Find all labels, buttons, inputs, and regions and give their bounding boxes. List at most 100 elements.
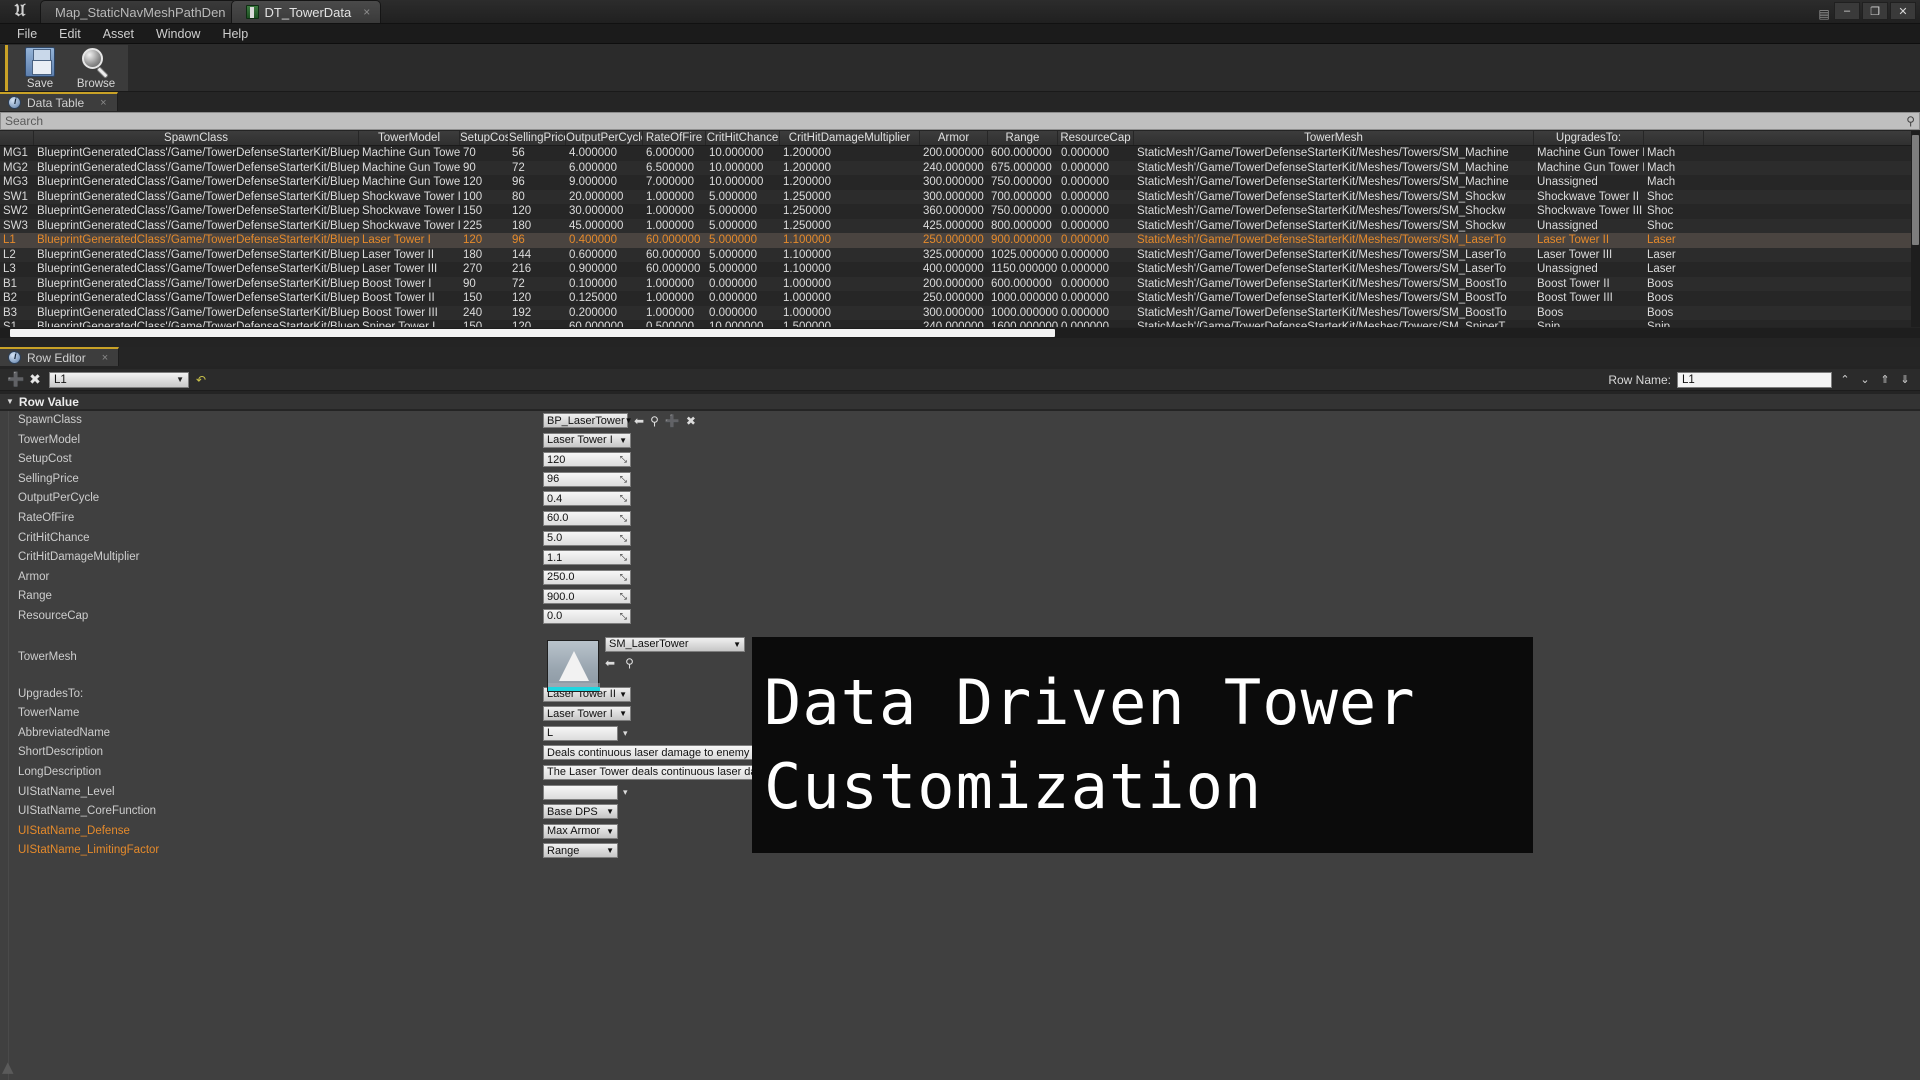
- column-header-upgradesto[interactable]: UpgradesTo:: [1534, 131, 1644, 145]
- data-table-horizontal-scrollbar[interactable]: [0, 328, 1920, 338]
- menu-help[interactable]: Help: [211, 24, 259, 44]
- spinner-icon[interactable]: ⤡: [620, 513, 627, 524]
- dropdown[interactable]: Laser Tower I ▼: [543, 706, 631, 722]
- column-header-towermodel[interactable]: TowerModel: [359, 131, 460, 145]
- asset-picker-dropdown[interactable]: SM_LaserTower ▼: [605, 636, 745, 652]
- table-row[interactable]: B3 BlueprintGeneratedClass'/Game/TowerDef…: [0, 305, 1920, 320]
- window-tab-0[interactable]: Map_StaticNavMeshPathDen: [40, 0, 237, 23]
- dropdown[interactable]: Max Armor ▼: [543, 823, 618, 839]
- back-arrow-icon[interactable]: ⬅: [605, 656, 615, 670]
- search-icon[interactable]: ⚲: [1906, 114, 1915, 128]
- spinner-icon[interactable]: ⤡: [620, 611, 627, 622]
- table-row[interactable]: MG1 BlueprintGeneratedClass'/Game/TowerDe…: [0, 146, 1920, 161]
- spinner-icon[interactable]: ⤡: [620, 552, 627, 563]
- spinner-icon[interactable]: ⤡: [620, 533, 627, 544]
- chevron-down-icon[interactable]: ▾: [623, 787, 628, 798]
- table-row[interactable]: L1 BlueprintGeneratedClass'/Game/TowerDef…: [0, 233, 1920, 248]
- spinner-icon[interactable]: ⤡: [620, 454, 627, 465]
- spinner-icon[interactable]: ⤡: [620, 493, 627, 504]
- scrollbar-thumb[interactable]: [10, 329, 1055, 337]
- chevron-down-icon[interactable]: ▾: [623, 728, 628, 739]
- close-button[interactable]: ✕: [1890, 2, 1916, 20]
- number-input[interactable]: 900.0 ⤡: [543, 589, 631, 605]
- table-row[interactable]: SW1 BlueprintGeneratedClass'/Game/TowerDe…: [0, 189, 1920, 204]
- row-value-section-header[interactable]: ▼ Row Value: [0, 394, 1920, 410]
- use-selected-icon[interactable]: ➕: [665, 414, 680, 428]
- table-row[interactable]: SW3 BlueprintGeneratedClass'/Game/TowerDe…: [0, 218, 1920, 233]
- column-header-outputpercycle[interactable]: OutputPerCycle: [566, 131, 643, 145]
- data-table-tab-close-icon[interactable]: ×: [100, 97, 106, 109]
- text-input[interactable]: Deals continuous laser damage to enemy u…: [543, 745, 755, 761]
- text-input[interactable]: The Laser Tower deals continuous laser d…: [543, 764, 755, 780]
- chevron-down-icon[interactable]: ⌄: [1858, 373, 1872, 386]
- column-header-rowname[interactable]: [0, 131, 34, 145]
- chevrons-up-icon[interactable]: ⇑: [1878, 373, 1892, 386]
- tab-data-table[interactable]: Data Table ×: [0, 92, 118, 111]
- column-header-rateoffire[interactable]: RateOfFire: [643, 131, 706, 145]
- number-input[interactable]: 250.0 ⤡: [543, 569, 631, 585]
- maximize-button[interactable]: ❐: [1862, 2, 1888, 20]
- browse-button[interactable]: Browse: [70, 47, 122, 90]
- table-row[interactable]: L2 BlueprintGeneratedClass'/Game/TowerDef…: [0, 247, 1920, 262]
- table-row[interactable]: S1 BlueprintGeneratedClass'/Game/TowerDef…: [0, 320, 1920, 327]
- table-row[interactable]: SW2 BlueprintGeneratedClass'/Game/TowerDe…: [0, 204, 1920, 219]
- column-header-armor[interactable]: Armor: [920, 131, 988, 145]
- number-input[interactable]: 5.0 ⤡: [543, 530, 631, 546]
- add-row-icon[interactable]: ➕: [7, 371, 24, 388]
- column-header-range[interactable]: Range: [988, 131, 1058, 145]
- menu-edit[interactable]: Edit: [48, 24, 92, 44]
- save-button[interactable]: Save: [14, 46, 66, 90]
- dropdown[interactable]: Laser Tower I ▼: [543, 432, 631, 448]
- table-row[interactable]: B1 BlueprintGeneratedClass'/Game/TowerDef…: [0, 276, 1920, 291]
- window-tab-1[interactable]: DT_TowerData ×: [230, 0, 382, 23]
- dropdown[interactable]: BP_LaserTower ▼: [543, 413, 633, 428]
- data-table-grid[interactable]: SpawnClass TowerModel SetupCost SellingPric…: [0, 131, 1920, 327]
- column-header-spawnclass[interactable]: SpawnClass: [34, 131, 359, 145]
- remove-row-icon[interactable]: ✖: [28, 371, 42, 388]
- text-input[interactable]: L: [543, 725, 618, 741]
- tab-row-editor[interactable]: Row Editor ×: [0, 347, 120, 366]
- column-header-setupcost[interactable]: SetupCost: [460, 131, 509, 145]
- number-input[interactable]: 60.0 ⤡: [543, 510, 631, 526]
- table-row[interactable]: MG3 BlueprintGeneratedClass'/Game/TowerDe…: [0, 175, 1920, 190]
- table-row[interactable]: L3 BlueprintGeneratedClass'/Game/TowerDef…: [0, 262, 1920, 277]
- column-header-sellingprice[interactable]: SellingPrice: [509, 131, 566, 145]
- browse-icon[interactable]: ⚲: [650, 414, 659, 428]
- back-arrow-icon[interactable]: ⬅: [634, 414, 644, 428]
- spinner-icon[interactable]: ⤡: [620, 572, 627, 583]
- column-header-towername[interactable]: [1644, 131, 1704, 145]
- text-input[interactable]: [543, 784, 618, 800]
- menu-asset[interactable]: Asset: [92, 24, 145, 44]
- chevrons-down-icon[interactable]: ⇓: [1898, 373, 1912, 386]
- number-input[interactable]: 0.4 ⤡: [543, 491, 631, 507]
- layout-icon[interactable]: ▤: [1814, 5, 1834, 23]
- pyramid-mesh-thumbnail[interactable]: [547, 640, 600, 692]
- number-input[interactable]: 120 ⤡: [543, 452, 631, 468]
- number-input[interactable]: 96 ⤡: [543, 471, 631, 487]
- menu-file[interactable]: File: [6, 24, 48, 44]
- row-selector-dropdown[interactable]: L1 ▼: [49, 371, 189, 388]
- column-header-resourcecap[interactable]: ResourceCap: [1058, 131, 1134, 145]
- column-header-crithitchance[interactable]: CritHitChance: [706, 131, 780, 145]
- revert-arrow-icon[interactable]: ↶: [196, 373, 206, 387]
- tab-close-icon[interactable]: ×: [363, 5, 370, 19]
- dropdown[interactable]: Base DPS ▼: [543, 804, 618, 820]
- column-header-towermesh[interactable]: TowerMesh: [1134, 131, 1534, 145]
- browse-icon[interactable]: ⚲: [625, 656, 634, 670]
- number-input[interactable]: 1.1 ⤡: [543, 550, 631, 566]
- menu-window[interactable]: Window: [145, 24, 211, 44]
- column-header-crithitdamagemultiplier[interactable]: CritHitDamageMultiplier: [780, 131, 920, 145]
- data-table-vertical-scrollbar[interactable]: [1911, 131, 1920, 327]
- table-row[interactable]: B2 BlueprintGeneratedClass'/Game/TowerDef…: [0, 291, 1920, 306]
- data-table-search-bar[interactable]: Search ⚲: [0, 112, 1920, 130]
- minimize-button[interactable]: –: [1834, 2, 1860, 20]
- clear-icon[interactable]: ✖: [686, 414, 696, 428]
- chevron-up-icon[interactable]: ⌃: [1838, 373, 1852, 386]
- row-editor-tab-close-icon[interactable]: ×: [102, 352, 108, 364]
- number-input[interactable]: 0.0 ⤡: [543, 608, 631, 624]
- spinner-icon[interactable]: ⤡: [620, 474, 627, 485]
- dropdown[interactable]: Range ▼: [543, 843, 618, 859]
- table-row[interactable]: MG2 BlueprintGeneratedClass'/Game/TowerDe…: [0, 160, 1920, 175]
- spinner-icon[interactable]: ⤡: [620, 591, 627, 602]
- row-name-input[interactable]: L1: [1677, 371, 1832, 388]
